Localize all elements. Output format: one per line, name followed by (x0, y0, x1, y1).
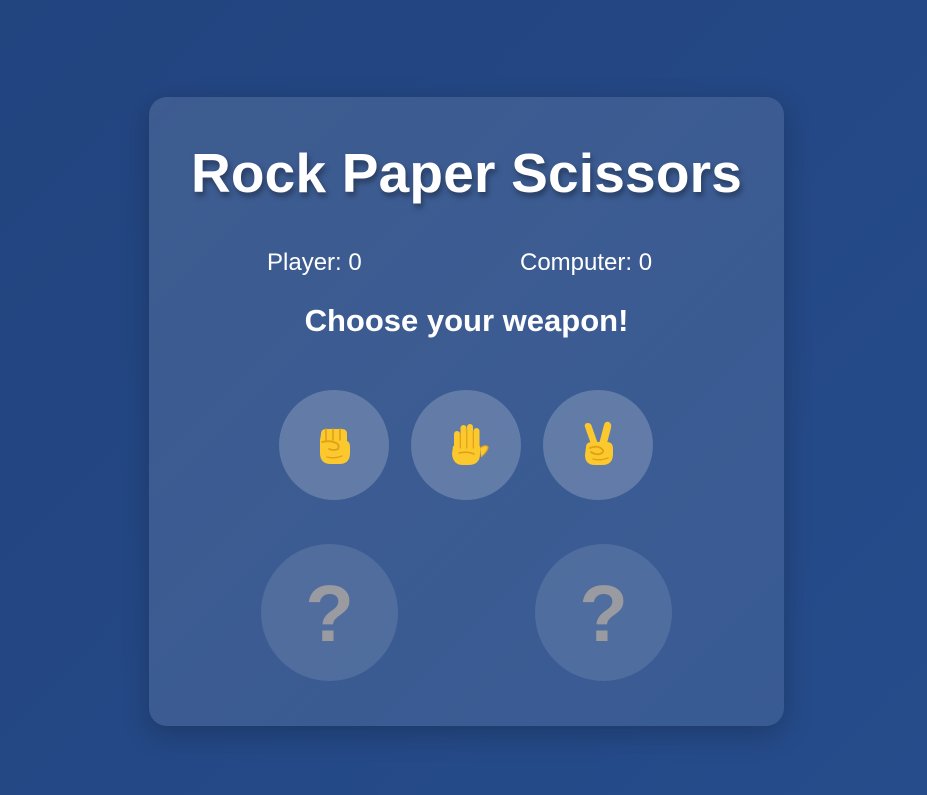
computer-choice-display: ? (535, 544, 672, 681)
computer-score: Computer: 0 (520, 249, 653, 276)
player-choice-display: ? (261, 544, 398, 681)
player-choice-placeholder: ? (305, 569, 354, 658)
status-message: Choose your weapon! (304, 303, 629, 338)
victory-hand-icon (584, 421, 613, 465)
game-page: { "title": "Rock Paper Scissors", "score… (0, 0, 927, 795)
game-card: Rock Paper Scissors Player: 0 Computer: … (149, 97, 784, 726)
computer-choice-placeholder: ? (579, 569, 628, 658)
rock-button[interactable] (279, 390, 389, 500)
paper-button[interactable] (411, 390, 521, 500)
scissors-button[interactable] (543, 390, 653, 500)
page-title: Rock Paper Scissors (190, 142, 743, 204)
player-score: Player: 0 (267, 249, 362, 276)
raised-hand-icon (452, 424, 489, 465)
raised-fist-icon (320, 428, 350, 464)
